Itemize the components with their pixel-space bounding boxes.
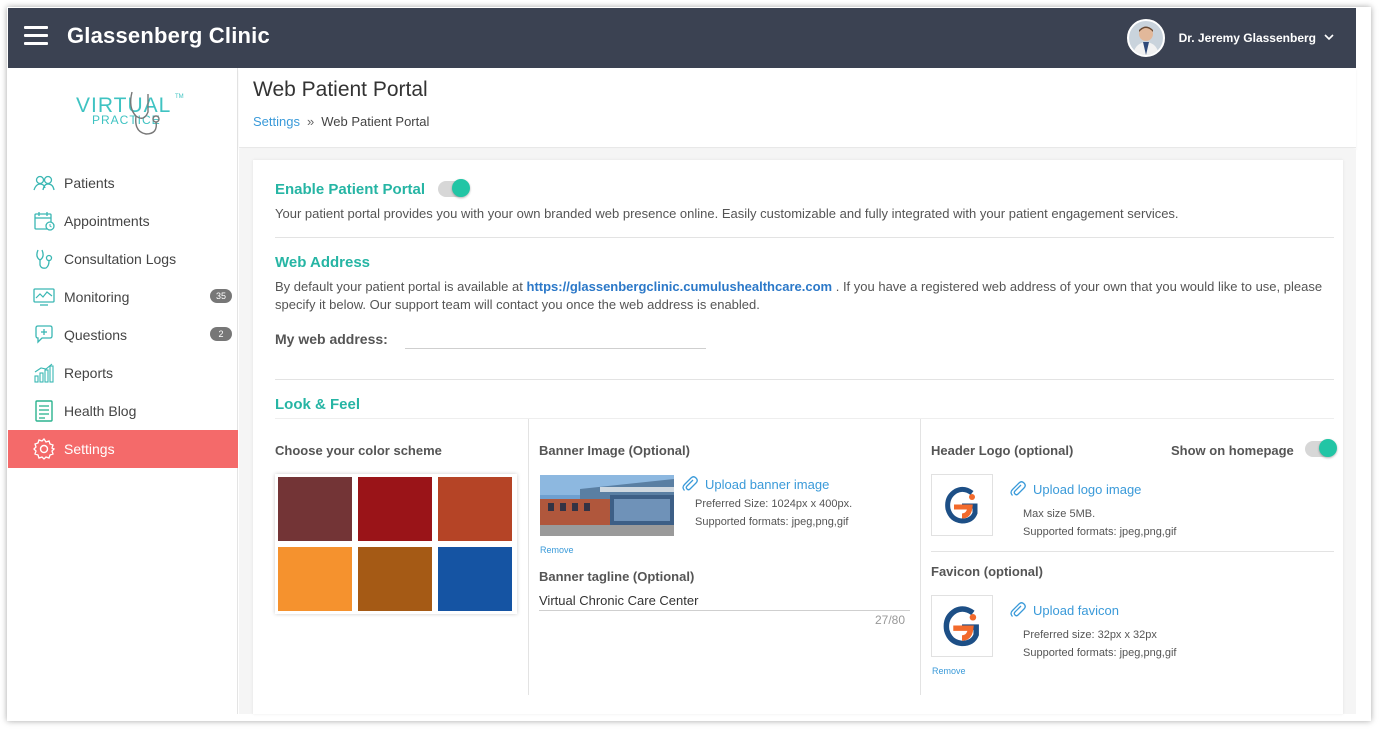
web-address-description: By default your patient portal is availa… <box>275 278 1335 314</box>
color-swatch[interactable] <box>358 477 432 541</box>
my-web-address-input[interactable] <box>405 330 706 349</box>
app-title: Glassenberg Clinic <box>67 23 270 48</box>
look-feel-title: Look & Feel <box>275 396 361 413</box>
page-header: Web Patient Portal Settings » Web Patient … <box>239 68 1356 148</box>
enable-portal-description: Your patient portal provides you with yo… <box>275 206 1179 221</box>
breadcrumb-separator: » <box>306 114 315 129</box>
favicon-formats: Supported formats: jpeg,png,gif <box>1023 647 1177 659</box>
banner-tagline-label: Banner tagline (Optional) <box>539 569 695 584</box>
favicon-label: Favicon (optional) <box>931 564 1043 579</box>
color-swatch[interactable] <box>358 547 432 611</box>
sidebar-item-health-blog[interactable]: Health Blog <box>8 392 238 430</box>
banner-tagline-input[interactable]: Virtual Chronic Care Center <box>539 593 910 611</box>
web-desc-before: By default your patient portal is availa… <box>275 279 523 294</box>
questions-badge: 2 <box>210 327 232 341</box>
paperclip-icon <box>1009 601 1027 619</box>
header-logo-label: Header Logo (optional) <box>931 443 1074 458</box>
patients-icon <box>33 172 55 194</box>
upload-logo-link[interactable]: Upload logo image <box>1009 480 1141 498</box>
breadcrumb-settings-link[interactable]: Settings <box>253 114 300 129</box>
bar-chart-icon <box>33 362 55 384</box>
logo-line2: PRACTICE <box>92 113 161 127</box>
show-on-homepage-label: Show on homepage <box>1171 443 1294 458</box>
chevron-down-icon[interactable] <box>1324 33 1334 44</box>
banner-formats: Supported formats: jpeg,png,gif <box>695 516 849 528</box>
column-divider <box>920 419 921 695</box>
avatar <box>1126 19 1165 57</box>
color-swatch[interactable] <box>438 477 512 541</box>
top-bar: Glassenberg Clinic Dr. Jeremy Glassenber… <box>8 8 1356 68</box>
sidebar-item-label: Reports <box>64 365 114 381</box>
column-divider <box>528 419 529 695</box>
sidebar-item-label: Consultation Logs <box>64 251 177 267</box>
color-swatch[interactable] <box>278 477 352 541</box>
monitor-icon <box>33 286 55 308</box>
clinic-logo-icon <box>945 486 978 524</box>
color-scheme-label: Choose your color scheme <box>275 443 442 458</box>
logo-tm: TM <box>175 94 184 100</box>
sidebar-nav: Patients Appointments Consultation Logs … <box>8 164 238 468</box>
gear-icon <box>33 438 55 460</box>
calendar-icon <box>33 210 55 232</box>
monitoring-badge: 35 <box>209 289 232 303</box>
color-swatch[interactable] <box>438 547 512 611</box>
color-swatch[interactable] <box>278 547 352 611</box>
sidebar-item-monitoring[interactable]: Monitoring 35 <box>8 278 238 316</box>
clinic-favicon-icon <box>943 606 979 647</box>
header-logo-preview <box>931 474 993 536</box>
logo-formats: Supported formats: jpeg,png,gif <box>1023 526 1177 538</box>
sidebar-item-label: Appointments <box>64 213 150 229</box>
upload-logo-label: Upload logo image <box>1033 481 1142 497</box>
paperclip-icon <box>681 475 699 493</box>
logo-max-size: Max size 5MB. <box>1023 508 1096 520</box>
divider <box>931 551 1334 552</box>
settings-card <box>253 160 1343 714</box>
favicon-preferred-size: Preferred size: 32px x 32px <box>1023 629 1157 641</box>
stethoscope-icon <box>33 248 55 270</box>
divider <box>275 379 1334 380</box>
upload-favicon-label: Upload favicon <box>1033 602 1119 618</box>
sidebar-item-label: Monitoring <box>64 289 130 305</box>
tagline-char-counter: 27/80 <box>875 613 906 627</box>
sidebar-item-patients[interactable]: Patients <box>8 164 238 202</box>
user-menu[interactable]: Dr. Jeremy Glassenberg <box>1126 19 1334 57</box>
sidebar-item-reports[interactable]: Reports <box>8 354 238 392</box>
banner-image-label: Banner Image (Optional) <box>539 443 690 458</box>
sidebar-item-label: Health Blog <box>64 403 137 419</box>
user-name: Dr. Jeremy Glassenberg <box>1178 31 1316 45</box>
remove-banner-link[interactable]: Remove <box>540 545 574 555</box>
divider <box>275 418 1334 419</box>
sidebar-item-questions[interactable]: Questions 2 <box>8 316 238 354</box>
breadcrumb: Settings » Web Patient Portal <box>253 114 429 129</box>
paperclip-icon <box>1009 480 1027 498</box>
divider <box>275 237 1334 238</box>
web-address-title: Web Address <box>275 254 371 271</box>
upload-favicon-link[interactable]: Upload favicon <box>1009 601 1119 619</box>
notebook-icon <box>33 400 55 422</box>
banner-image-thumbnail <box>540 475 674 536</box>
upload-banner-label: Upload banner image <box>705 476 830 492</box>
sidebar-item-label: Questions <box>64 327 128 343</box>
portal-url-link[interactable]: https://glassenbergclinic.cumulushealthc… <box>527 279 833 294</box>
breadcrumb-current: Web Patient Portal <box>321 114 430 129</box>
enable-portal-toggle[interactable] <box>438 179 470 197</box>
banner-preferred-size: Preferred Size: 1024px x 400px. <box>695 498 853 510</box>
favicon-preview <box>931 595 993 657</box>
sidebar-item-label: Settings <box>64 441 115 457</box>
my-web-address-label: My web address: <box>275 331 388 347</box>
remove-favicon-link[interactable]: Remove <box>932 666 966 676</box>
sidebar-item-settings[interactable]: Settings <box>8 430 238 468</box>
enable-portal-title: Enable Patient Portal <box>275 181 426 198</box>
upload-banner-link[interactable]: Upload banner image <box>681 475 829 493</box>
show-on-homepage-toggle[interactable] <box>1305 439 1337 457</box>
sidebar: VIRTUAL PRACTICE TM Patients Appointment… <box>8 68 238 714</box>
page-title: Web Patient Portal <box>253 78 428 101</box>
chat-plus-icon <box>33 324 55 346</box>
sidebar-item-label: Patients <box>64 175 115 191</box>
sidebar-item-appointments[interactable]: Appointments <box>8 202 238 240</box>
sidebar-item-consultation-logs[interactable]: Consultation Logs <box>8 240 238 278</box>
virtual-practice-logo: VIRTUAL PRACTICE TM <box>66 86 186 142</box>
menu-icon[interactable] <box>24 26 48 46</box>
